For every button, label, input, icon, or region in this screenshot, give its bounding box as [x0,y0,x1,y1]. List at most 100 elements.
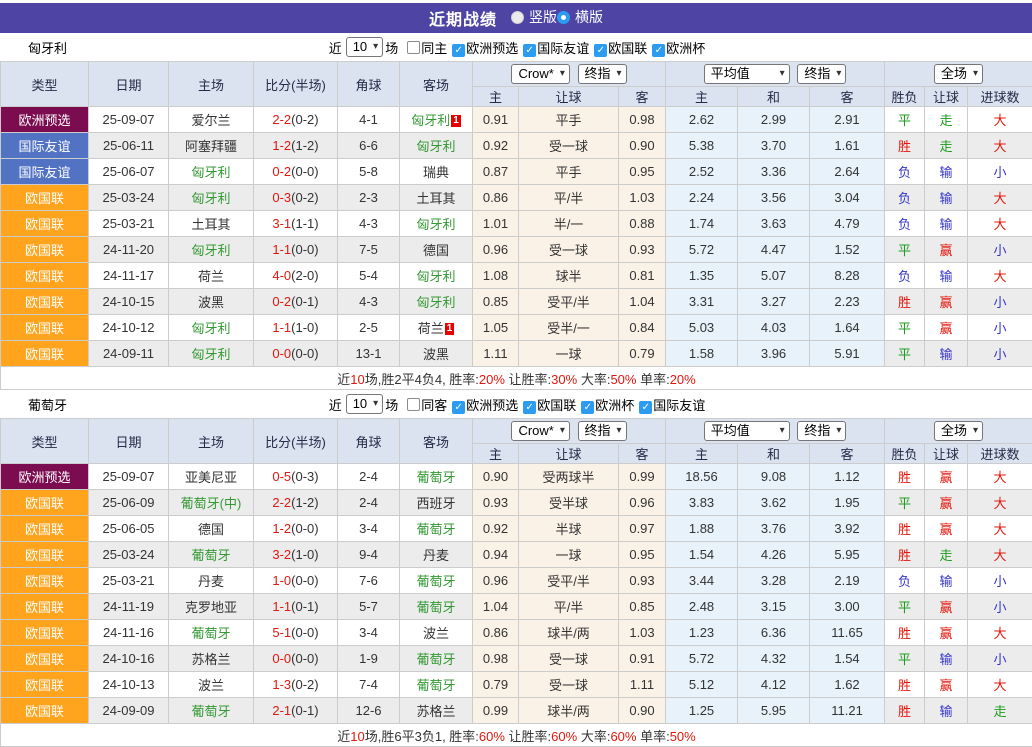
avg-draw: 3.36 [738,159,810,185]
odds-handicap: 受半球 [519,490,619,516]
league-checkbox[interactable]: ✓ [652,44,665,57]
same-venue-checkbox[interactable] [407,398,420,411]
league-label[interactable]: 欧洲预选 [466,41,518,56]
result-handicap: 赢 [925,516,968,542]
score: 0-2(0-0) [254,159,338,185]
result-handicap: 赢 [925,464,968,490]
odds-handicap: 平/半 [519,185,619,211]
odds-handicap: 受一球 [519,646,619,672]
match-rows: 欧洲预选25-09-07亚美尼亚0-5(0-3)2-4葡萄牙0.90受两球半0.… [1,464,1032,724]
fulltime-score: 1-0 [272,573,291,588]
near-label: 近 [329,38,342,57]
fulltime-score: 1-2 [272,138,291,153]
avg-stage-select[interactable]: 终指▾ [797,64,846,84]
result-goals: 小 [968,159,1032,185]
score: 2-2(1-2) [254,490,338,516]
summary-segment: 50% [610,372,636,387]
avg-home: 2.24 [666,185,738,211]
avg-draw: 3.27 [738,289,810,315]
halftime-score: (0-3) [291,469,318,484]
league-label[interactable]: 欧洲杯 [595,398,634,413]
fulltime-score: 1-1 [272,242,291,257]
match-count-select[interactable]: 10▾ [346,394,384,414]
match-date: 25-06-09 [89,490,169,516]
avg-home: 18.56 [666,464,738,490]
league-label[interactable]: 国际友谊 [653,398,705,413]
same-venue-label[interactable]: 同主 [421,38,447,57]
league-checkbox[interactable]: ✓ [452,44,465,57]
odds-handicap: 半球 [519,516,619,542]
league-label[interactable]: 欧洲预选 [466,398,518,413]
result-handicap: 赢 [925,315,968,341]
filter-row: 葡萄牙 近 10▾ 场 同客 ✓欧洲预选✓欧国联✓欧洲杯✓国际友谊 [0,390,1032,418]
type-badge: 欧国联 [1,341,89,367]
corner-score: 6-6 [338,133,400,159]
radio-vertical-layout[interactable] [511,11,524,24]
avg-home: 5.38 [666,133,738,159]
avg-source-select[interactable]: 平均值▾ [704,421,790,441]
col-header-result-outcome: 胜负 [885,444,925,464]
odds-away: 0.85 [619,594,666,620]
score: 0-0(0-0) [254,341,338,367]
odds-stage-select[interactable]: 终指▾ [578,421,627,441]
result-outcome: 胜 [885,516,925,542]
odds-handicap: 受一球 [519,237,619,263]
summary-segment: 让胜率: [505,729,551,744]
away-team: 匈牙利 [400,211,473,237]
odds-source-select[interactable]: Crow*▾ [511,421,569,441]
league-label[interactable]: 国际友谊 [537,41,589,56]
summary-segment: 20% [670,372,696,387]
result-outcome: 平 [885,315,925,341]
match-count-select[interactable]: 10▾ [346,37,384,57]
away-team: 匈牙利 [400,289,473,315]
same-venue-checkbox[interactable] [407,41,420,54]
result-goals: 小 [968,289,1032,315]
radio-label[interactable]: 竖版 [529,7,557,27]
chevron-down-icon: ▾ [836,423,841,439]
odds-away: 0.99 [619,464,666,490]
away-team: 丹麦 [400,542,473,568]
league-label[interactable]: 欧国联 [537,398,576,413]
radio-label[interactable]: 横版 [575,7,603,27]
scope-select[interactable]: 全场▾ [934,421,983,441]
match-row: 欧国联24-11-17荷兰4-0(2-0)5-4匈牙利1.08球半0.811.3… [1,263,1032,289]
result-handicap: 赢 [925,620,968,646]
league-checkbox[interactable]: ✓ [594,44,607,57]
col-header-date: 日期 [89,62,169,107]
away-team: 匈牙利 [400,133,473,159]
halftime-score: (1-2) [291,495,318,510]
col-header-away: 客场 [400,62,473,107]
corner-score: 2-3 [338,185,400,211]
result-goals: 大 [968,133,1032,159]
odds-dropdown-cell: Crow*▾ 终指▾ [473,419,666,444]
layout-radio-group: 竖版横版 [511,7,603,29]
avg-home: 5.72 [666,646,738,672]
radio-horizontal-layout[interactable] [557,11,570,24]
league-checkbox[interactable]: ✓ [523,401,536,414]
league-checkbox[interactable]: ✓ [523,44,536,57]
odds-source-select[interactable]: Crow*▾ [511,64,569,84]
avg-draw: 2.99 [738,107,810,133]
corner-score: 7-6 [338,568,400,594]
odds-away: 0.90 [619,133,666,159]
league-label[interactable]: 欧国联 [608,41,647,56]
result-handicap: 赢 [925,289,968,315]
league-checkbox[interactable]: ✓ [639,401,652,414]
games-label: 场 [385,395,398,414]
chevron-down-icon: ▾ [560,423,565,439]
avg-draw: 4.32 [738,646,810,672]
league-checkbox[interactable]: ✓ [581,401,594,414]
odds-stage-select[interactable]: 终指▾ [578,64,627,84]
league-checkbox[interactable]: ✓ [452,401,465,414]
avg-stage-select[interactable]: 终指▾ [797,421,846,441]
scope-select[interactable]: 全场▾ [934,64,983,84]
match-row: 欧国联24-11-19克罗地亚1-1(0-1)5-7葡萄牙1.04平/半0.85… [1,594,1032,620]
same-venue-label[interactable]: 同客 [421,395,447,414]
league-label[interactable]: 欧洲杯 [666,41,705,56]
radio-item: 横版 [557,7,603,27]
avg-away: 2.19 [810,568,885,594]
col-header-corner: 角球 [338,419,400,464]
avg-away: 1.52 [810,237,885,263]
avg-source-select[interactable]: 平均值▾ [704,64,790,84]
match-row: 欧国联25-06-05德国1-2(0-0)3-4葡萄牙0.92半球0.971.8… [1,516,1032,542]
